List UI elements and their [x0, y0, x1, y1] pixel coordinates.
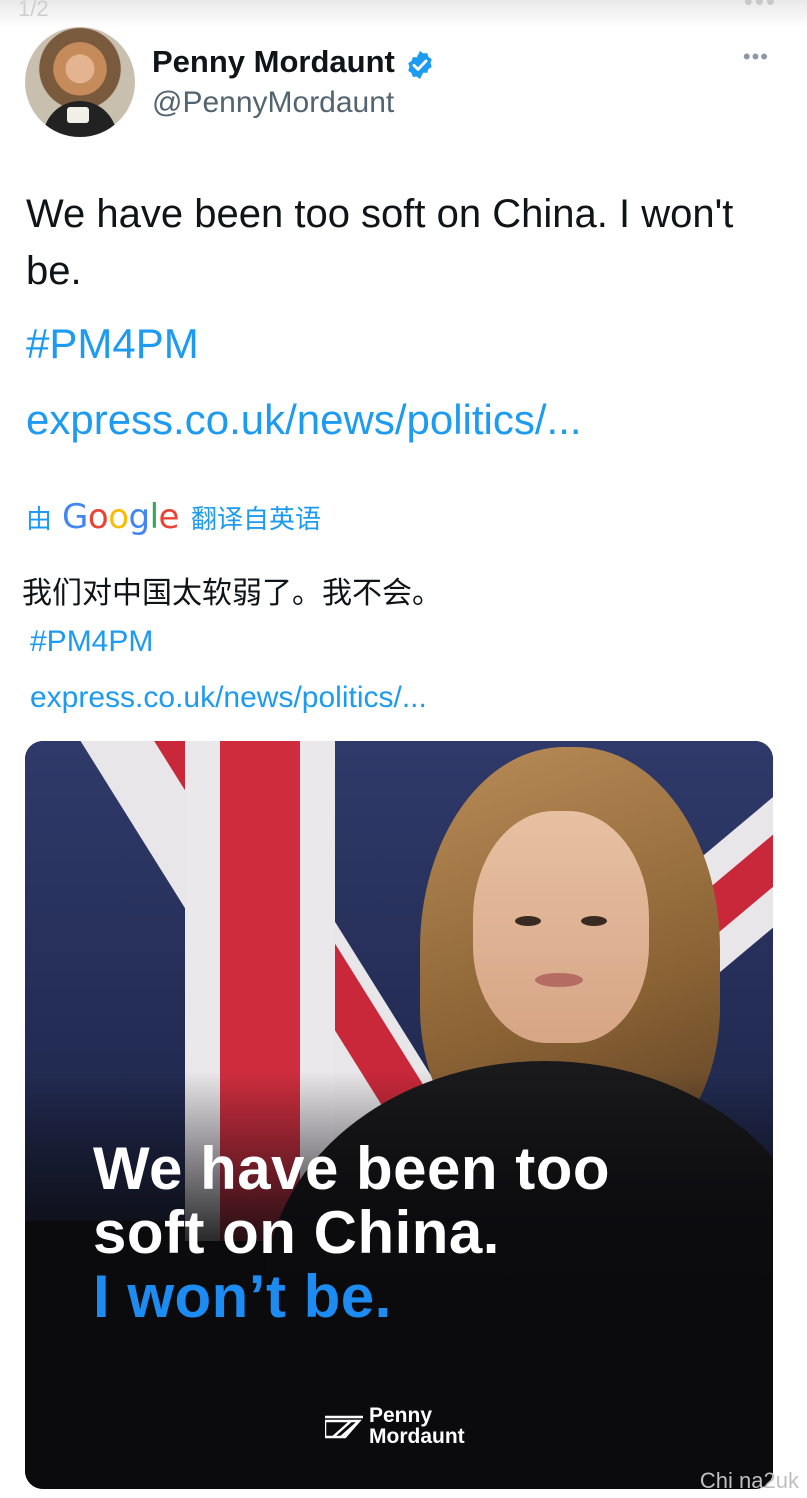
avatar[interactable] — [25, 27, 135, 137]
translated-text: 我们对中国太软弱了。我不会。 — [22, 577, 442, 610]
translated-hashtag-link[interactable]: #PM4PM — [30, 625, 153, 659]
portrait-eye — [515, 916, 541, 926]
tweet-text: We have been too soft on China. I won't … — [26, 192, 734, 293]
google-letter: l — [149, 497, 159, 537]
article-link[interactable]: express.co.uk/news/politics/... — [26, 396, 582, 444]
more-options-icon[interactable]: ••• — [743, 44, 769, 70]
google-letter: e — [158, 497, 180, 537]
display-name[interactable]: Penny Mordaunt — [152, 44, 395, 80]
brand-line-1: Penny — [369, 1404, 433, 1427]
campaign-logo-icon — [325, 1415, 363, 1439]
viewer-top-bar: 1/2 ••• — [0, 0, 807, 28]
campaign-brand-name: Penny Mordaunt — [369, 1405, 465, 1447]
hashtag-link[interactable]: #PM4PM — [26, 320, 199, 368]
translation-attribution[interactable]: 由 Google 翻译自英语 — [26, 497, 321, 537]
headline-line-1: We have been too — [93, 1135, 611, 1202]
avatar-cup — [67, 107, 89, 123]
headline-line-3: I won’t be. — [93, 1263, 392, 1330]
translation-suffix: 翻译自英语 — [190, 503, 321, 534]
translated-article-link[interactable]: express.co.uk/news/politics/... — [30, 681, 427, 715]
brand-line-2: Mordaunt — [369, 1425, 465, 1448]
viewer-menu-icon[interactable]: ••• — [744, 0, 777, 17]
portrait-eye — [581, 916, 607, 926]
image-headline: We have been too soft on China. I won’t … — [93, 1137, 733, 1329]
google-letter: g — [128, 497, 151, 537]
page-indicator: 1/2 — [18, 0, 49, 21]
verified-badge-icon — [408, 51, 432, 79]
translation-prefix: 由 — [26, 503, 53, 534]
portrait-lips — [535, 973, 583, 987]
tweet-media-image[interactable]: We have been too soft on China. I won’t … — [25, 741, 773, 1489]
portrait-face — [473, 811, 649, 1043]
google-letter: o — [87, 497, 109, 537]
user-handle[interactable]: @PennyMordaunt — [152, 86, 394, 120]
google-logo: Google — [62, 497, 179, 537]
headline-line-2: soft on China. — [93, 1199, 500, 1266]
google-letter: G — [62, 497, 88, 537]
google-letter: o — [108, 497, 129, 537]
watermark: Chi na2uk — [699, 1468, 799, 1493]
